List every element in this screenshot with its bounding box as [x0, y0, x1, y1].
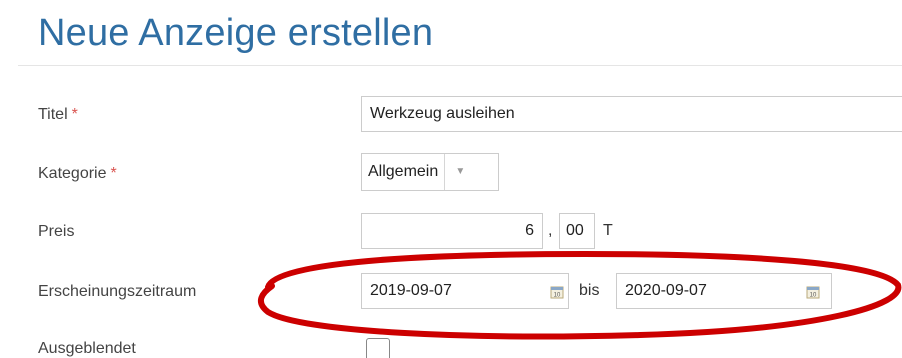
- create-ad-page: Neue Anzeige erstellen Titel * Werkzeug a…: [0, 0, 902, 358]
- price-label: Preis: [38, 223, 75, 240]
- period-from-calendar-button[interactable]: 10: [545, 280, 569, 304]
- period-to-input[interactable]: 2020-09-07: [616, 273, 832, 309]
- price-whole-input[interactable]: 6: [361, 213, 543, 249]
- category-select[interactable]: Allgemein ▼: [361, 153, 499, 191]
- title-divider: [18, 65, 902, 66]
- price-unit: T: [603, 222, 613, 239]
- period-between-label: bis: [579, 282, 600, 299]
- title-label: Titel *: [38, 106, 78, 124]
- period-from-input[interactable]: 2019-09-07: [361, 273, 569, 309]
- calendar-icon: 10: [550, 286, 564, 299]
- calendar-icon: 10: [806, 286, 820, 299]
- title-input[interactable]: Werkzeug ausleihen: [361, 96, 902, 132]
- price-separator: ,: [548, 222, 553, 239]
- page-title: Neue Anzeige erstellen: [38, 12, 434, 54]
- title-required-mark: *: [71, 106, 78, 123]
- period-label: Erscheinungszeitraum: [38, 283, 197, 300]
- category-label-text: Kategorie: [38, 165, 107, 182]
- svg-text:10: 10: [810, 293, 817, 299]
- svg-text:10: 10: [554, 293, 561, 299]
- hidden-checkbox[interactable]: [366, 338, 390, 358]
- price-fraction-input[interactable]: 00: [559, 213, 595, 249]
- category-label: Kategorie *: [38, 165, 117, 183]
- hidden-label: Ausgeblendet: [38, 340, 136, 357]
- category-required-mark: *: [110, 165, 117, 182]
- caret-down-icon[interactable]: ▼: [444, 154, 475, 190]
- period-to-calendar-button[interactable]: 10: [801, 280, 825, 304]
- category-selected-value: Allgemein: [368, 163, 439, 180]
- title-label-text: Titel: [38, 106, 68, 123]
